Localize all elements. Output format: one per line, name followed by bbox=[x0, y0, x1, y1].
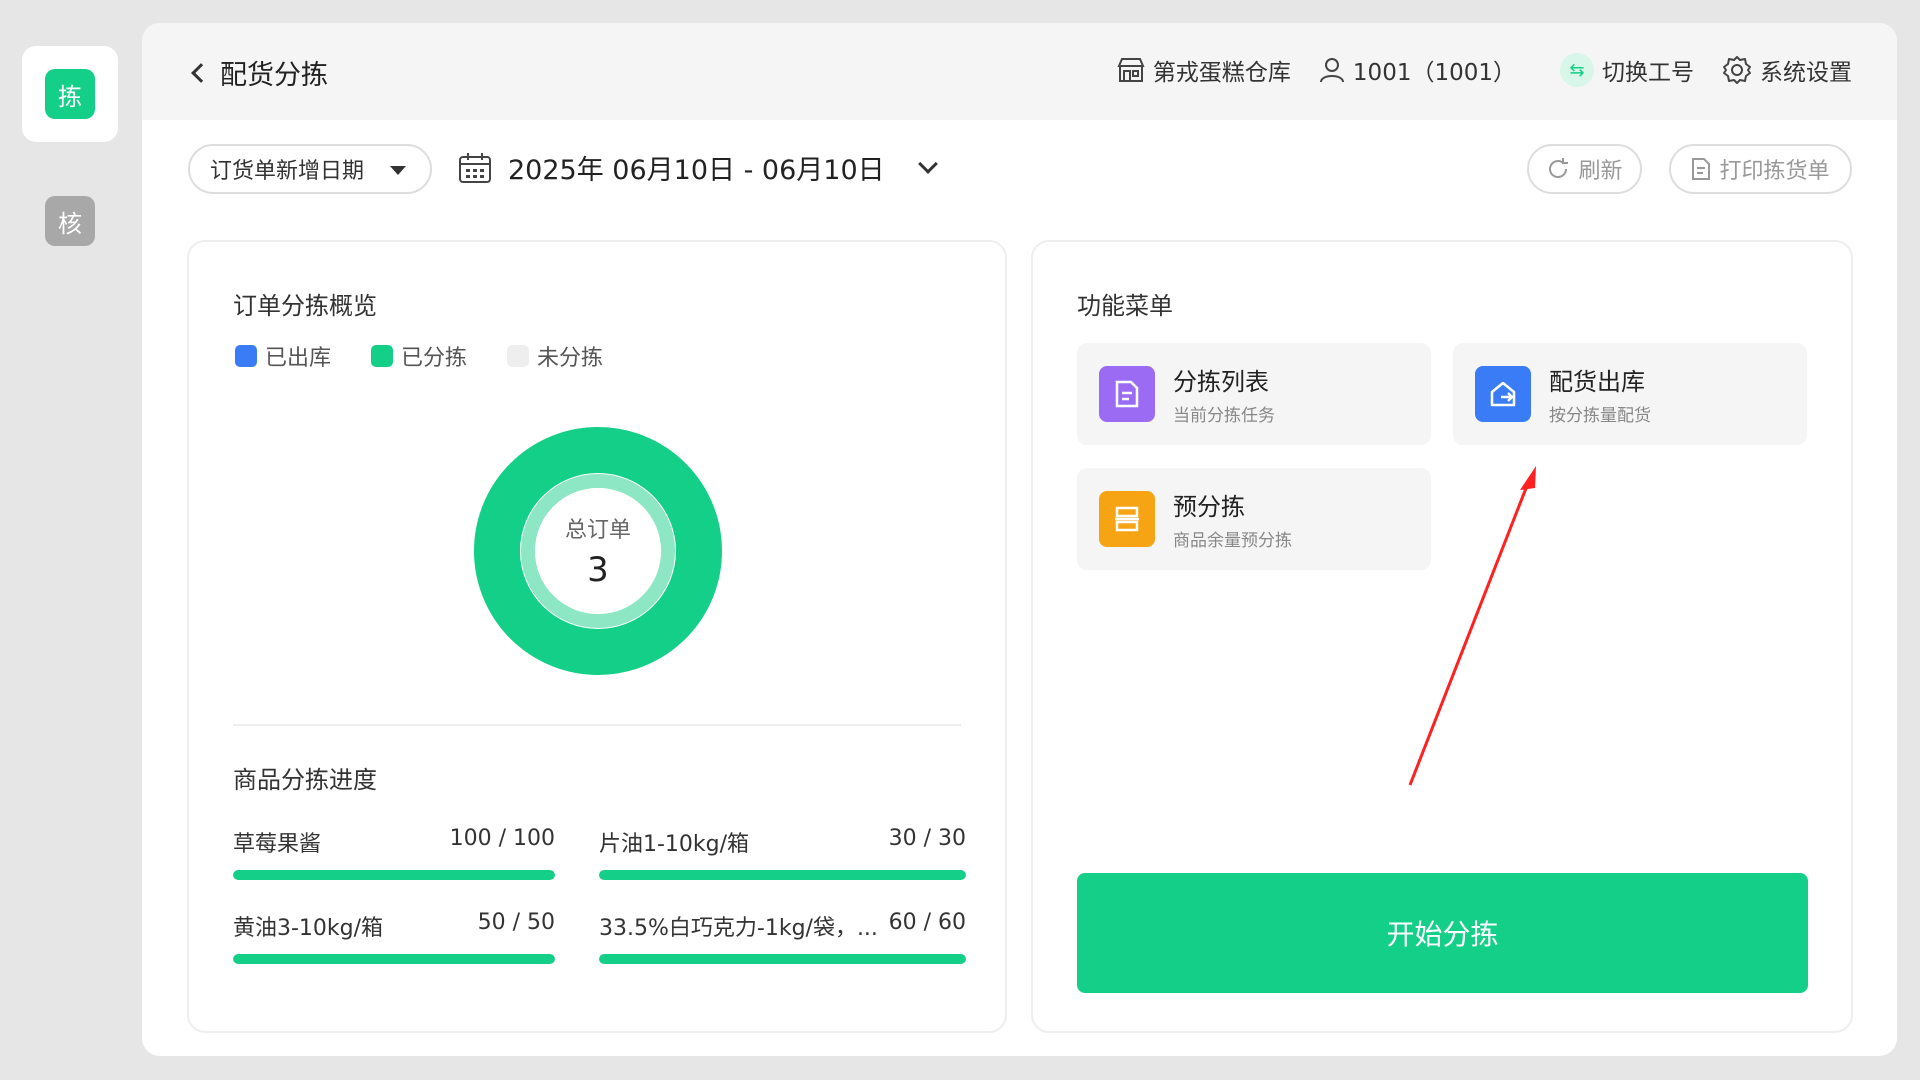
progress-bar bbox=[233, 954, 555, 964]
main-panel: 配货分拣 第戎蛋糕仓库 1001（1001） ⇆ 切换工号 系统设置 订货单新增… bbox=[142, 23, 1897, 1056]
menu-item-sub: 当前分拣任务 bbox=[1173, 406, 1275, 426]
refresh-label: 刷新 bbox=[1578, 159, 1623, 184]
start-sorting-button[interactable]: 开始分拣 bbox=[1077, 873, 1808, 993]
menu-item-pre-sort[interactable]: 预分拣 商品余量预分拣 bbox=[1077, 468, 1431, 570]
top-bar: 配货分拣 第戎蛋糕仓库 1001（1001） ⇆ 切换工号 系统设置 bbox=[142, 23, 1897, 120]
print-label: 打印拣货单 bbox=[1719, 159, 1830, 184]
progress-item: 草莓果酱 100 / 100 bbox=[233, 826, 555, 880]
progress-item-name: 片油1-10kg/箱 bbox=[599, 832, 750, 857]
user-info: 1001（1001） bbox=[1319, 53, 1516, 87]
rail-sort-badge: 拣 bbox=[45, 69, 95, 119]
progress-bar bbox=[233, 870, 555, 880]
swap-icon: ⇆ bbox=[1560, 53, 1594, 87]
overview-title: 订单分拣概览 bbox=[233, 292, 377, 320]
user-icon bbox=[1319, 58, 1344, 83]
progress-bar bbox=[599, 870, 966, 880]
rail-item-sort[interactable]: 拣 bbox=[22, 46, 118, 142]
rail-check-badge: 核 bbox=[45, 196, 95, 246]
outbound-icon bbox=[1475, 366, 1531, 422]
menu-item-name: 配货出库 bbox=[1549, 368, 1645, 396]
store-icon bbox=[1117, 58, 1145, 82]
progress-item-value: 50 / 50 bbox=[477, 910, 555, 935]
menu-item-sub: 商品余量预分拣 bbox=[1173, 531, 1292, 551]
filter-bar: 订货单新增日期 2025年 06月10日 - 06月10日 刷新 打印拣货单 bbox=[188, 144, 1852, 194]
warehouse-label: 第戎蛋糕仓库 bbox=[1152, 60, 1291, 86]
order-overview-card: 订单分拣概览 已出库 已分拣 未分拣 总订单 3 商品分拣进度 草莓果酱 100… bbox=[187, 240, 1007, 1033]
menu-item-sub: 按分拣量配货 bbox=[1549, 406, 1651, 426]
print-pick-list-button[interactable]: 打印拣货单 bbox=[1669, 144, 1852, 194]
progress-fill bbox=[599, 954, 966, 964]
function-menu-card: 功能菜单 分拣列表 当前分拣任务 配货出库 按分拣量配货 预分拣 商品余量预分拣… bbox=[1031, 240, 1853, 1033]
settings-label: 系统设置 bbox=[1760, 60, 1852, 86]
progress-item-value: 30 / 30 bbox=[888, 826, 966, 851]
menu-item-outbound[interactable]: 配货出库 按分拣量配货 bbox=[1453, 343, 1807, 445]
progress-item-value: 100 / 100 bbox=[449, 826, 555, 851]
divider bbox=[233, 724, 961, 726]
progress-bar bbox=[599, 954, 966, 964]
back-button[interactable]: 配货分拣 bbox=[188, 53, 328, 92]
user-label: 1001（1001） bbox=[1352, 60, 1516, 86]
warehouse-selector[interactable]: 第戎蛋糕仓库 bbox=[1117, 53, 1291, 87]
progress-item: 黄油3-10kg/箱 50 / 50 bbox=[233, 910, 555, 964]
date-range-label: 2025年 06月10日 - 06月10日 bbox=[508, 155, 885, 186]
menu-title: 功能菜单 bbox=[1077, 292, 1173, 320]
legend-item-sorted: 已分拣 bbox=[371, 340, 467, 372]
legend-label: 已出库 bbox=[265, 346, 332, 371]
switch-account-label: 切换工号 bbox=[1602, 60, 1694, 86]
progress-item-name: 33.5%白巧克力-1kg/袋，... bbox=[599, 916, 878, 941]
settings-button[interactable]: 系统设置 bbox=[1722, 53, 1852, 87]
chevron-left-icon bbox=[191, 62, 211, 83]
progress-item: 片油1-10kg/箱 30 / 30 bbox=[599, 826, 966, 880]
switch-account-button[interactable]: ⇆ 切换工号 bbox=[1560, 53, 1694, 87]
calendar-icon bbox=[459, 152, 491, 183]
progress-fill bbox=[599, 870, 966, 880]
caret-down-icon bbox=[390, 166, 406, 175]
legend-item-shipped: 已出库 bbox=[235, 340, 331, 372]
progress-item: 33.5%白巧克力-1kg/袋，... 60 / 60 bbox=[599, 910, 966, 964]
progress-fill bbox=[233, 870, 555, 880]
refresh-button[interactable]: 刷新 bbox=[1527, 144, 1642, 194]
legend-label: 未分拣 bbox=[537, 346, 604, 371]
gear-icon bbox=[1723, 56, 1751, 84]
overview-legend: 已出库 已分拣 未分拣 bbox=[235, 340, 603, 372]
progress-item-name: 黄油3-10kg/箱 bbox=[233, 916, 384, 941]
menu-item-name: 预分拣 bbox=[1173, 493, 1245, 521]
document-icon bbox=[1692, 158, 1711, 180]
legend-swatch bbox=[371, 345, 394, 367]
legend-label: 已分拣 bbox=[401, 346, 468, 371]
progress-item-value: 60 / 60 bbox=[888, 910, 966, 935]
total-orders-label: 总订单 bbox=[564, 518, 631, 543]
progress-title: 商品分拣进度 bbox=[233, 766, 377, 794]
progress-fill bbox=[233, 954, 555, 964]
date-range-picker[interactable]: 2025年 06月10日 - 06月10日 bbox=[458, 148, 938, 187]
sort-list-icon bbox=[1099, 366, 1155, 422]
page-title: 配货分拣 bbox=[220, 60, 328, 91]
rail-item-check[interactable]: 核 bbox=[22, 173, 118, 269]
progress-item-name: 草莓果酱 bbox=[233, 832, 322, 857]
legend-swatch bbox=[507, 345, 530, 367]
date-type-label: 订货单新增日期 bbox=[210, 159, 365, 184]
pre-sort-icon bbox=[1099, 491, 1155, 547]
chevron-down-icon bbox=[917, 153, 938, 174]
order-donut-chart: 总订单 3 bbox=[474, 427, 722, 675]
legend-swatch bbox=[235, 345, 257, 367]
menu-item-sort-list[interactable]: 分拣列表 当前分拣任务 bbox=[1077, 343, 1431, 445]
date-type-select[interactable]: 订货单新增日期 bbox=[188, 144, 432, 194]
total-orders-value: 3 bbox=[587, 550, 609, 590]
refresh-icon bbox=[1549, 158, 1569, 178]
menu-item-name: 分拣列表 bbox=[1173, 368, 1269, 396]
legend-item-unsorted: 未分拣 bbox=[507, 340, 603, 372]
